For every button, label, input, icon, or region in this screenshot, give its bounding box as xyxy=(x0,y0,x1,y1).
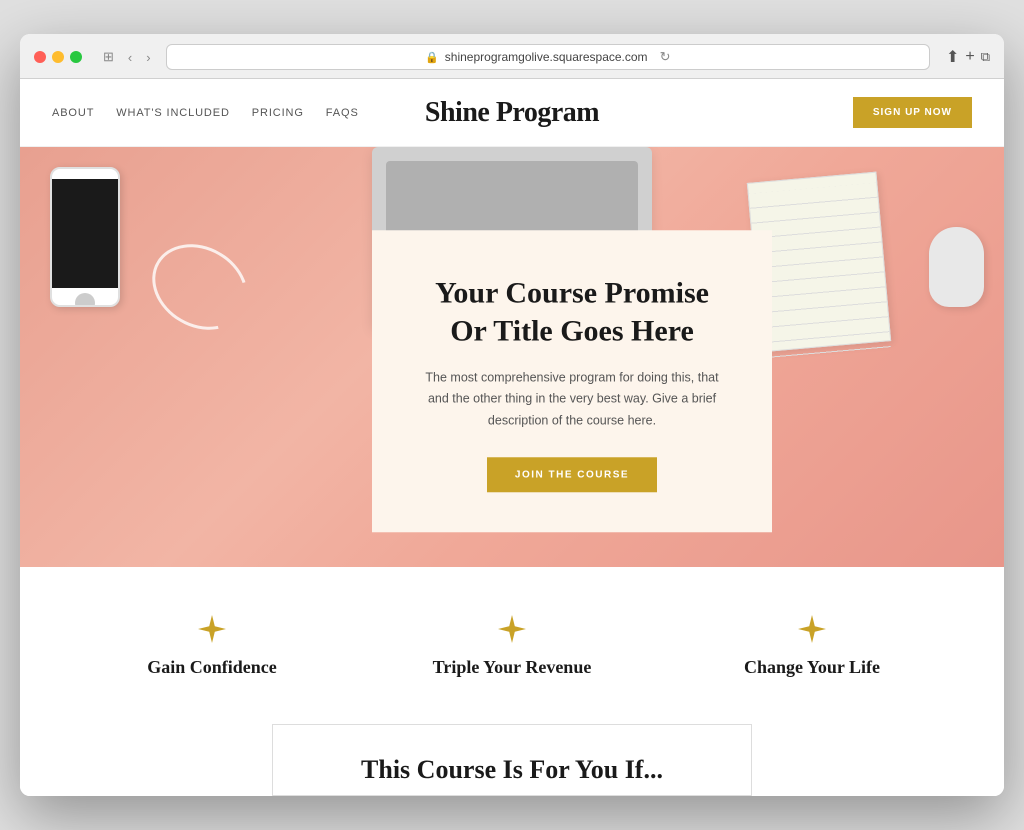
hero-title: Your Course PromiseOr Title Goes Here xyxy=(416,274,728,349)
close-button[interactable] xyxy=(34,51,46,63)
hero-section: Your Course PromiseOr Title Goes Here Th… xyxy=(20,147,1004,567)
nav-about[interactable]: ABOUT xyxy=(52,107,94,119)
feature-title-3: Change Your Life xyxy=(682,657,942,678)
duplicate-button[interactable]: ⧉ xyxy=(981,49,990,65)
site-brand: Shine Program xyxy=(425,97,599,129)
share-button[interactable]: ⬆ xyxy=(946,47,959,67)
browser-actions: ⬆ + ⧉ xyxy=(946,47,990,67)
star-icon-1 xyxy=(198,615,226,643)
signup-button[interactable]: SIGN UP NOW xyxy=(853,97,972,128)
browser-controls: ⊞ ‹ › xyxy=(98,47,156,67)
url-text: shineprogramgolive.squarespace.com xyxy=(445,50,648,64)
hero-card: Your Course PromiseOr Title Goes Here Th… xyxy=(372,230,772,532)
lock-icon: 🔒 xyxy=(425,51,439,64)
back-button[interactable]: ‹ xyxy=(123,48,137,67)
features-section: Gain Confidence Triple Your Revenue Chan… xyxy=(20,567,1004,714)
feature-item-2: Triple Your Revenue xyxy=(362,615,662,678)
hero-subtitle: The most comprehensive program for doing… xyxy=(416,367,728,431)
nav-links: ABOUT WHAT'S INCLUDED PRICING FAQS xyxy=(52,107,359,119)
navbar: ABOUT WHAT'S INCLUDED PRICING FAQS Shine… xyxy=(20,79,1004,147)
course-box: This Course Is For You If... xyxy=(272,724,752,796)
feature-icon-2 xyxy=(382,615,642,643)
desk-phone-decoration xyxy=(50,167,120,307)
maximize-button[interactable] xyxy=(70,51,82,63)
sidebar-toggle[interactable]: ⊞ xyxy=(98,47,119,67)
join-course-button[interactable]: JOIN THE COURSE xyxy=(487,457,657,492)
feature-item-3: Change Your Life xyxy=(662,615,962,678)
course-section: This Course Is For You If... xyxy=(20,714,1004,796)
feature-title-2: Triple Your Revenue xyxy=(382,657,642,678)
browser-chrome: ⊞ ‹ › 🔒 shineprogramgolive.squarespace.c… xyxy=(20,34,1004,79)
browser-window: ⊞ ‹ › 🔒 shineprogramgolive.squarespace.c… xyxy=(20,34,1004,796)
desk-mouse-decoration xyxy=(929,227,984,307)
page-content: ABOUT WHAT'S INCLUDED PRICING FAQS Shine… xyxy=(20,79,1004,796)
minimize-button[interactable] xyxy=(52,51,64,63)
address-bar[interactable]: 🔒 shineprogramgolive.squarespace.com ↻ xyxy=(166,44,930,70)
feature-title-1: Gain Confidence xyxy=(82,657,342,678)
feature-item-1: Gain Confidence xyxy=(62,615,362,678)
star-icon-2 xyxy=(498,615,526,643)
course-box-title: This Course Is For You If... xyxy=(305,755,719,785)
forward-button[interactable]: › xyxy=(141,48,155,67)
new-tab-button[interactable]: + xyxy=(965,48,974,66)
feature-icon-3 xyxy=(682,615,942,643)
nav-whats-included[interactable]: WHAT'S INCLUDED xyxy=(116,107,230,119)
refresh-icon[interactable]: ↻ xyxy=(660,49,671,65)
traffic-lights xyxy=(34,51,82,63)
star-icon-3 xyxy=(798,615,826,643)
nav-faqs[interactable]: FAQS xyxy=(326,107,359,119)
nav-pricing[interactable]: PRICING xyxy=(252,107,304,119)
feature-icon-1 xyxy=(82,615,342,643)
